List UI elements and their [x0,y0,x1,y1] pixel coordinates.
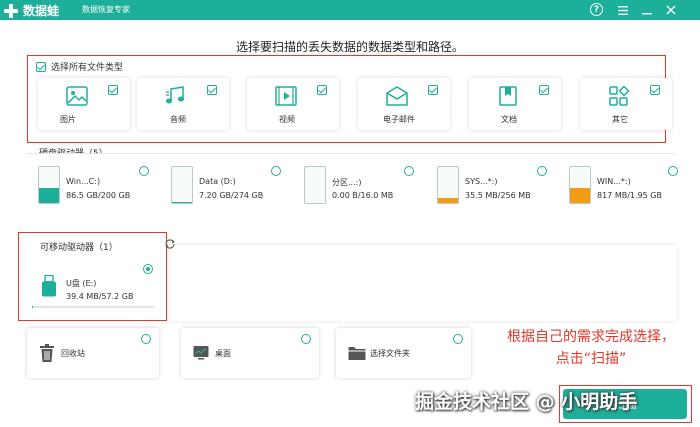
drive-usage-fill [39,187,59,203]
location-radio[interactable] [141,334,151,344]
drive-size: 86.5 GB/200 GB [66,191,131,200]
trash-icon [40,344,54,362]
audio-icon [166,86,184,104]
file-type-card-email[interactable]: 电子邮件 [358,78,450,130]
drive-radio[interactable] [537,166,547,176]
usb-icon [42,275,56,297]
document-icon [499,86,517,106]
drive-name: Win...C:) [66,177,101,186]
email-checkbox[interactable] [428,85,438,95]
drive-name: WIN...*:) [597,177,631,186]
menu-icon[interactable] [614,1,632,19]
title-bar: 数据蛙 数据恢复专家 ? [0,0,700,20]
file-type-label: 音频 [170,115,186,124]
drive-radio[interactable] [668,166,678,176]
folder-icon [348,347,366,360]
drive-size: 7.20 GB/274 GB [199,191,264,200]
logo-cross-icon [4,3,18,18]
drive-size: 817 MB/1.95 GB [597,191,662,200]
drive-item[interactable]: SYS...*:) 35.5 MB/256 MB [437,166,559,212]
location-label: 桌面 [215,349,231,358]
image-icon [66,86,88,106]
location-card-select-folder[interactable]: 选择文件夹 [336,328,471,378]
removable-panel-extension [170,245,677,321]
usb-usage-bar [32,306,154,308]
drive-usage-fill [172,201,192,203]
document-checkbox[interactable] [539,85,549,95]
file-type-label: 视频 [279,115,295,124]
file-type-card-video[interactable]: 视频 [247,78,339,130]
app-name: 数据蛙 [23,4,60,18]
location-card-desktop[interactable]: 桌面 [181,328,319,378]
drive-disk-icon [171,166,193,204]
file-type-label: 电子邮件 [383,115,415,124]
file-type-card-document[interactable]: 文档 [469,78,561,130]
usb-usage-fill [32,306,34,308]
annotation-line-2: 点击“扫描” [555,351,627,367]
drive-disk-icon [304,166,326,204]
drive-name: SYS...*:) [465,177,498,186]
other-icon [609,86,630,106]
removable-drives-title: 可移动驱动器（1） [40,243,118,253]
drive-name: Data (D:) [199,177,236,186]
drive-name: U盘 (E:) [66,279,97,288]
drive-size: 35.5 MB/256 MB [465,191,531,200]
file-type-label: 图片 [60,115,76,124]
watermark: 掘金技术社区 @ 小明助手 [415,391,638,413]
other-checkbox[interactable] [650,85,660,95]
drive-usage-fill [438,197,458,203]
drive-usage-fill [570,187,590,203]
minimize-icon[interactable] [638,1,656,19]
app-subtitle: 数据恢复专家 [82,5,130,14]
instruction-text: 选择要扫描的丢失数据的数据类型和路径。 [235,40,464,54]
drive-disk-icon [38,166,60,204]
location-radio[interactable] [453,334,463,344]
select-all-checkbox[interactable]: 选择所有文件类型 [36,60,123,73]
drive-size: 0.00 B/16.0 MB [332,191,394,200]
file-type-label: 其它 [612,115,628,124]
drive-disk-icon [569,166,591,204]
video-icon [275,86,297,106]
location-label: 选择文件夹 [370,349,410,358]
usb-radio[interactable] [143,264,153,274]
drive-item[interactable]: 分区...:) 0.00 B/16.0 MB [304,166,426,212]
help-icon[interactable]: ? [590,3,603,16]
annotation-line-1: 根据自己的需求完成选择， [507,329,675,345]
file-type-card-other[interactable]: 其它 [580,78,672,130]
drive-item[interactable]: Data (D:) 7.20 GB/274 GB [171,166,293,212]
drive-radio[interactable] [139,166,149,176]
file-type-card-image[interactable]: 图片 [38,78,130,130]
email-icon [386,86,408,106]
annotation-text: 根据自己的需求完成选择， 点击“扫描” [486,326,696,370]
drive-item[interactable]: WIN...*:) 817 MB/1.95 GB [569,166,691,212]
usb-drive-item[interactable]: U盘 (E:) 39.4 MB/57.2 GB [32,264,160,312]
drive-disk-icon [437,166,459,204]
audio-checkbox[interactable] [207,85,217,95]
file-type-label: 文档 [501,115,517,124]
drive-size: 39.4 MB/57.2 GB [66,292,134,301]
drive-radio[interactable] [271,166,281,176]
file-type-card-audio[interactable]: 音频 [137,78,229,130]
app-logo: 数据蛙 [4,2,59,19]
refresh-icon[interactable] [164,238,176,250]
drive-item[interactable]: Win...C:) 86.5 GB/200 GB [38,166,160,212]
drive-name: 分区...:) [332,178,362,187]
location-card-recycle-bin[interactable]: 回收站 [27,328,159,378]
desktop-icon [193,346,209,360]
select-all-label: 选择所有文件类型 [51,63,124,73]
video-checkbox[interactable] [317,85,327,95]
image-checkbox[interactable] [108,85,118,95]
location-label: 回收站 [61,349,85,358]
drive-radio[interactable] [404,166,414,176]
select-all-check[interactable] [36,61,46,72]
close-icon[interactable] [662,1,680,19]
location-radio[interactable] [301,334,311,344]
